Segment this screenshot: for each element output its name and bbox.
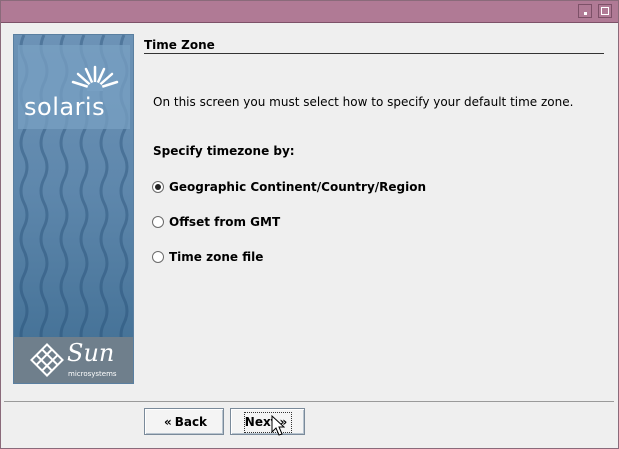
minimize-icon — [584, 12, 587, 15]
installer-window: solaris Sun microsystems Time Zone On th… — [0, 0, 619, 449]
option-timezone-file[interactable]: Time zone file — [152, 249, 263, 265]
footer-divider — [4, 401, 614, 402]
option-gmt-offset[interactable]: Offset from GMT — [152, 214, 280, 230]
option-geographic-label[interactable]: Geographic Continent/Country/Region — [169, 180, 426, 194]
minimize-button[interactable] — [578, 4, 592, 18]
radio-gmt-offset[interactable] — [152, 216, 164, 228]
title-bar[interactable] — [1, 1, 618, 23]
microsystems-wordmark: microsystems — [68, 370, 117, 378]
sun-diamond-icon — [30, 343, 64, 377]
page-title: Time Zone — [144, 38, 215, 52]
specify-timezone-label: Specify timezone by: — [153, 144, 295, 158]
solaris-wordmark: solaris — [24, 93, 106, 121]
solaris-logo: solaris — [18, 45, 130, 129]
intro-text: On this screen you must select how to sp… — [153, 95, 574, 109]
sun-wordmark: Sun — [67, 339, 115, 367]
maximize-icon — [601, 7, 609, 15]
sun-rays-icon — [71, 65, 119, 91]
option-timezone-file-label[interactable]: Time zone file — [169, 250, 263, 264]
next-button[interactable]: Next » — [230, 408, 305, 435]
mouse-pointer-icon — [271, 415, 285, 436]
maximize-button[interactable] — [598, 4, 612, 18]
title-divider — [144, 53, 604, 54]
radio-geographic[interactable] — [152, 181, 164, 193]
option-gmt-offset-label[interactable]: Offset from GMT — [169, 215, 280, 229]
branding-panel: solaris Sun microsystems — [13, 34, 134, 384]
option-geographic[interactable]: Geographic Continent/Country/Region — [152, 179, 426, 195]
radio-timezone-file[interactable] — [152, 251, 164, 263]
back-button[interactable]: « Back — [144, 408, 224, 435]
sun-microsystems-logo: Sun microsystems — [14, 337, 133, 383]
chevron-left-icon: « — [163, 414, 172, 429]
back-button-label: Back — [174, 414, 208, 429]
